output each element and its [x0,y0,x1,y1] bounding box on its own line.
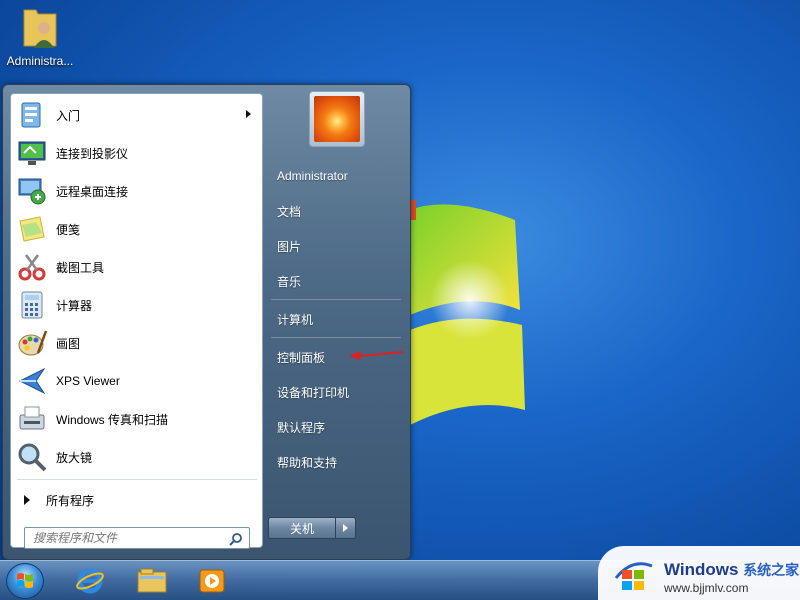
submenu-arrow-icon [246,110,251,118]
calculator-icon [21,291,43,319]
program-xps-viewer[interactable]: XPS Viewer [14,363,259,399]
watermark-url: www.bjjmlv.com [664,581,749,595]
program-remote-desktop[interactable]: 远程桌面连接 [14,173,259,209]
watermark-title: Windows 系统之家 [664,560,799,580]
internet-explorer-icon [76,568,104,594]
user-avatar-frame[interactable] [309,91,365,147]
all-programs-label: 所有程序 [46,493,95,508]
fax-scan-icon [19,406,45,430]
program-getting-started[interactable]: 入门 [14,97,259,133]
right-item-help-support[interactable]: 帮助和支持 [269,447,405,477]
right-item-label: 控制面板 [277,350,326,365]
right-separator [271,337,401,338]
program-snipping-tool[interactable]: 截图工具 [14,249,259,285]
programs-pane: 入门 连接到投影仪 远程桌面连接 便笺 截图工具 计算器 画图 XPS View… [10,93,263,549]
program-label: 放大镜 [56,450,93,465]
program-fax-scan[interactable]: Windows 传真和扫描 [14,401,259,437]
programs-separator [17,479,257,480]
right-item-label: 音乐 [277,274,302,289]
program-calculator[interactable]: 计算器 [14,287,259,323]
getting-started-icon [21,102,41,128]
paint-icon [18,330,48,356]
right-item-administrator[interactable]: Administrator [269,161,405,191]
sticky-notes-icon [19,216,45,242]
right-item-label: 设备和打印机 [277,385,350,400]
right-item-label: 默认程序 [277,420,326,435]
search-input[interactable] [33,531,213,545]
shutdown-label: 关机 [289,521,314,536]
projector-icon [18,141,46,165]
expand-arrow-icon [24,495,30,505]
wallpaper-windows-logo [410,200,525,425]
program-label: 截图工具 [56,260,105,275]
program-paint[interactable]: 画图 [14,325,259,361]
snipping-tool-icon [18,254,46,281]
program-label: 计算器 [56,298,93,313]
watermark-brand-cn: 系统之家 [743,562,800,578]
program-magnifier[interactable]: 放大镜 [14,439,259,475]
all-programs-button[interactable]: 所有程序 [14,487,259,513]
program-label: 远程桌面连接 [56,184,129,199]
shutdown-button[interactable]: 关机 [268,517,336,539]
program-sticky-notes[interactable]: 便笺 [14,211,259,247]
right-item-computer[interactable]: 计算机 [269,304,405,334]
windows-logo-icon [614,562,653,590]
search-box[interactable] [24,527,250,549]
highlight-arrow-icon [349,351,404,360]
windows-logo-icon [17,573,33,588]
desktop-icon-administrator[interactable]: Administra... [2,4,78,68]
right-item-pictures[interactable]: 图片 [269,231,405,261]
start-button[interactable] [6,563,44,599]
right-item-label: 图片 [277,239,302,254]
right-separator [271,299,401,300]
program-label: 画图 [56,336,81,351]
user-folder-icon [22,4,58,50]
watermark-brand: Windows [664,560,739,579]
magnifier-icon [18,443,47,472]
program-label: 便笺 [56,222,81,237]
taskbar-media-player[interactable] [192,564,232,598]
xps-viewer-icon [18,367,46,395]
search-icon[interactable] [229,532,243,546]
desktop-icon-label: Administra... [6,54,74,68]
right-item-documents[interactable]: 文档 [269,196,405,226]
avatar [314,96,360,142]
right-item-label: Administrator [277,169,348,183]
chevron-right-icon [343,524,348,532]
shutdown-options-button[interactable] [336,517,356,539]
right-item-music[interactable]: 音乐 [269,266,405,296]
start-menu: 入门 连接到投影仪 远程桌面连接 便笺 截图工具 计算器 画图 XPS View… [2,84,411,560]
right-item-label: 计算机 [277,312,314,327]
taskbar-file-explorer[interactable] [132,564,172,598]
file-explorer-icon [137,568,167,593]
right-item-label: 帮助和支持 [277,455,338,470]
program-label: 入门 [56,108,81,123]
program-connect-projector[interactable]: 连接到投影仪 [14,135,259,171]
watermark: Windows 系统之家 www.bjjmlv.com [598,546,800,600]
program-label: Windows 传真和扫描 [56,412,169,427]
taskbar-internet-explorer[interactable] [70,564,110,598]
program-label: 连接到投影仪 [56,146,129,161]
right-item-label: 文档 [277,204,302,219]
program-label: XPS Viewer [56,374,120,388]
right-item-devices-printers[interactable]: 设备和打印机 [269,377,405,407]
right-item-default-programs[interactable]: 默认程序 [269,412,405,442]
remote-desktop-icon [18,178,46,205]
media-player-icon [199,569,225,593]
